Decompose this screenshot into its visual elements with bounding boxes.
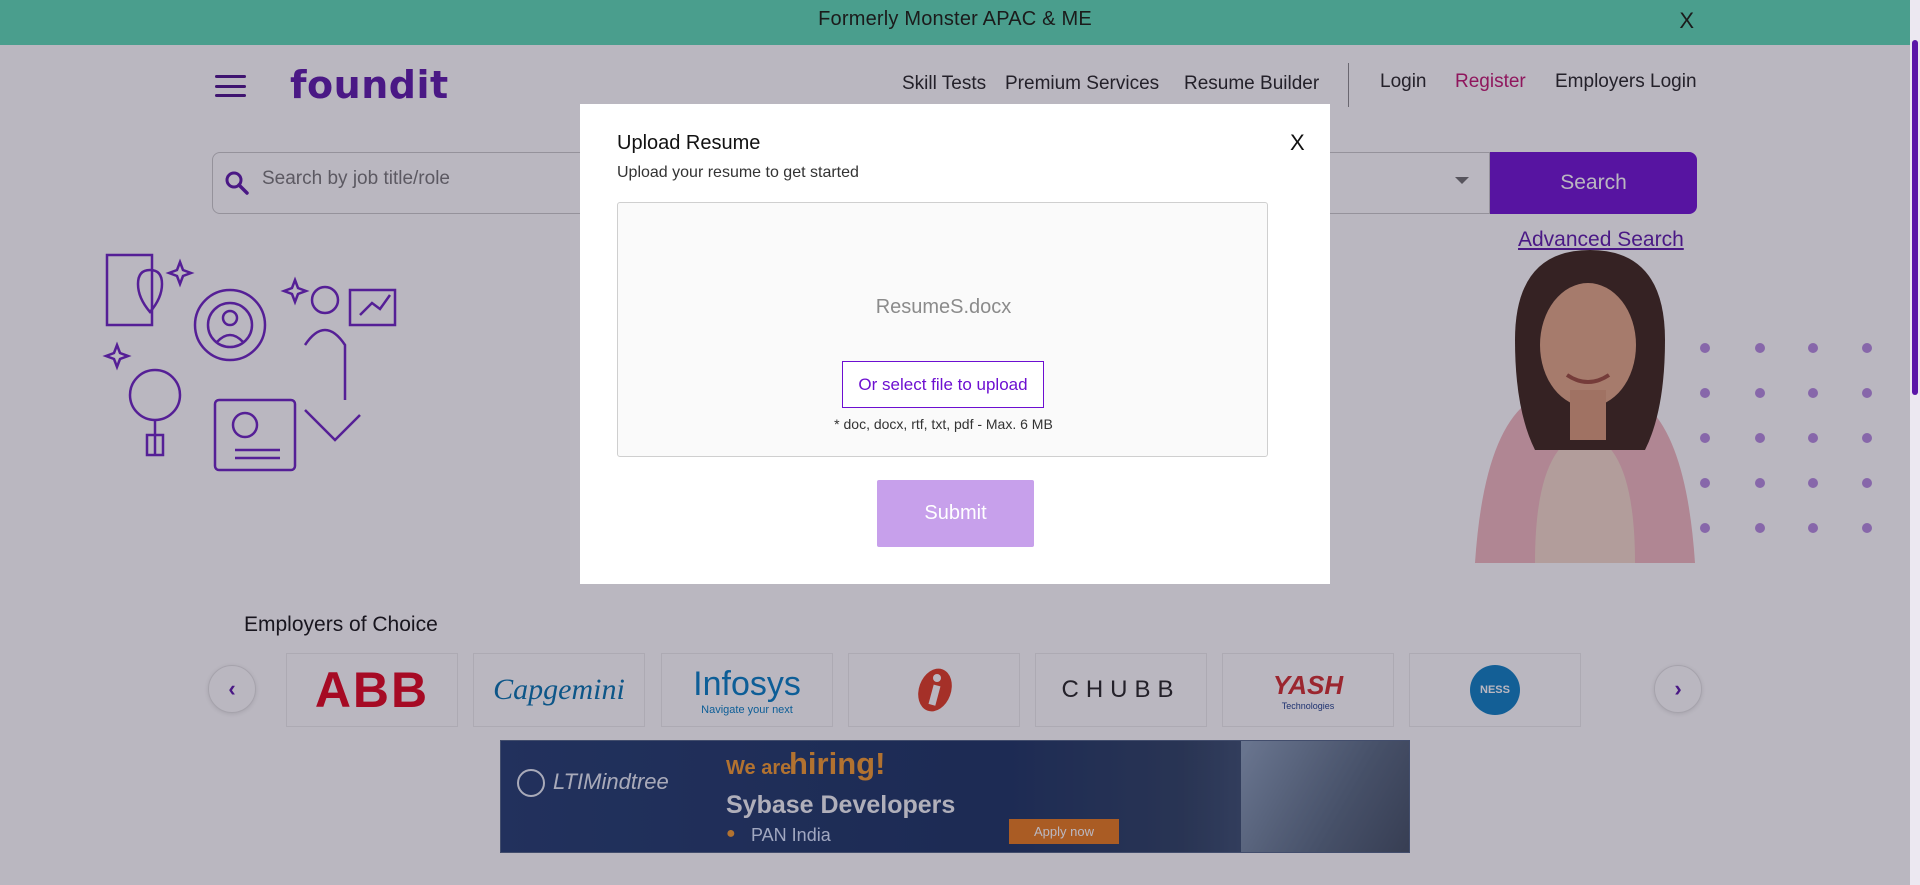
scrollbar-thumb[interactable] [1912, 40, 1918, 395]
selected-file-name: ResumeS.docx [875, 296, 1012, 318]
submit-button[interactable]: Submit [877, 480, 1034, 547]
banner-message: Formerly Monster APAC & ME [818, 8, 1092, 30]
select-file-button[interactable]: Or select file to upload [842, 361, 1044, 408]
page-scrollbar[interactable] [1910, 0, 1920, 885]
modal-title: Upload Resume [617, 132, 761, 154]
modal-close-button[interactable]: X [1290, 130, 1305, 156]
file-dropzone[interactable]: ResumeS.docx Or select file to upload * … [617, 202, 1268, 457]
modal-subtitle: Upload your resume to get started [617, 164, 859, 181]
allowed-formats-note: * doc, docx, rtf, txt, pdf - Max. 6 MB [834, 416, 1053, 432]
upload-resume-modal: Upload Resume Upload your resume to get … [580, 104, 1330, 584]
top-banner: Formerly Monster APAC & ME X [0, 0, 1920, 45]
banner-close-button[interactable]: X [1679, 8, 1694, 34]
